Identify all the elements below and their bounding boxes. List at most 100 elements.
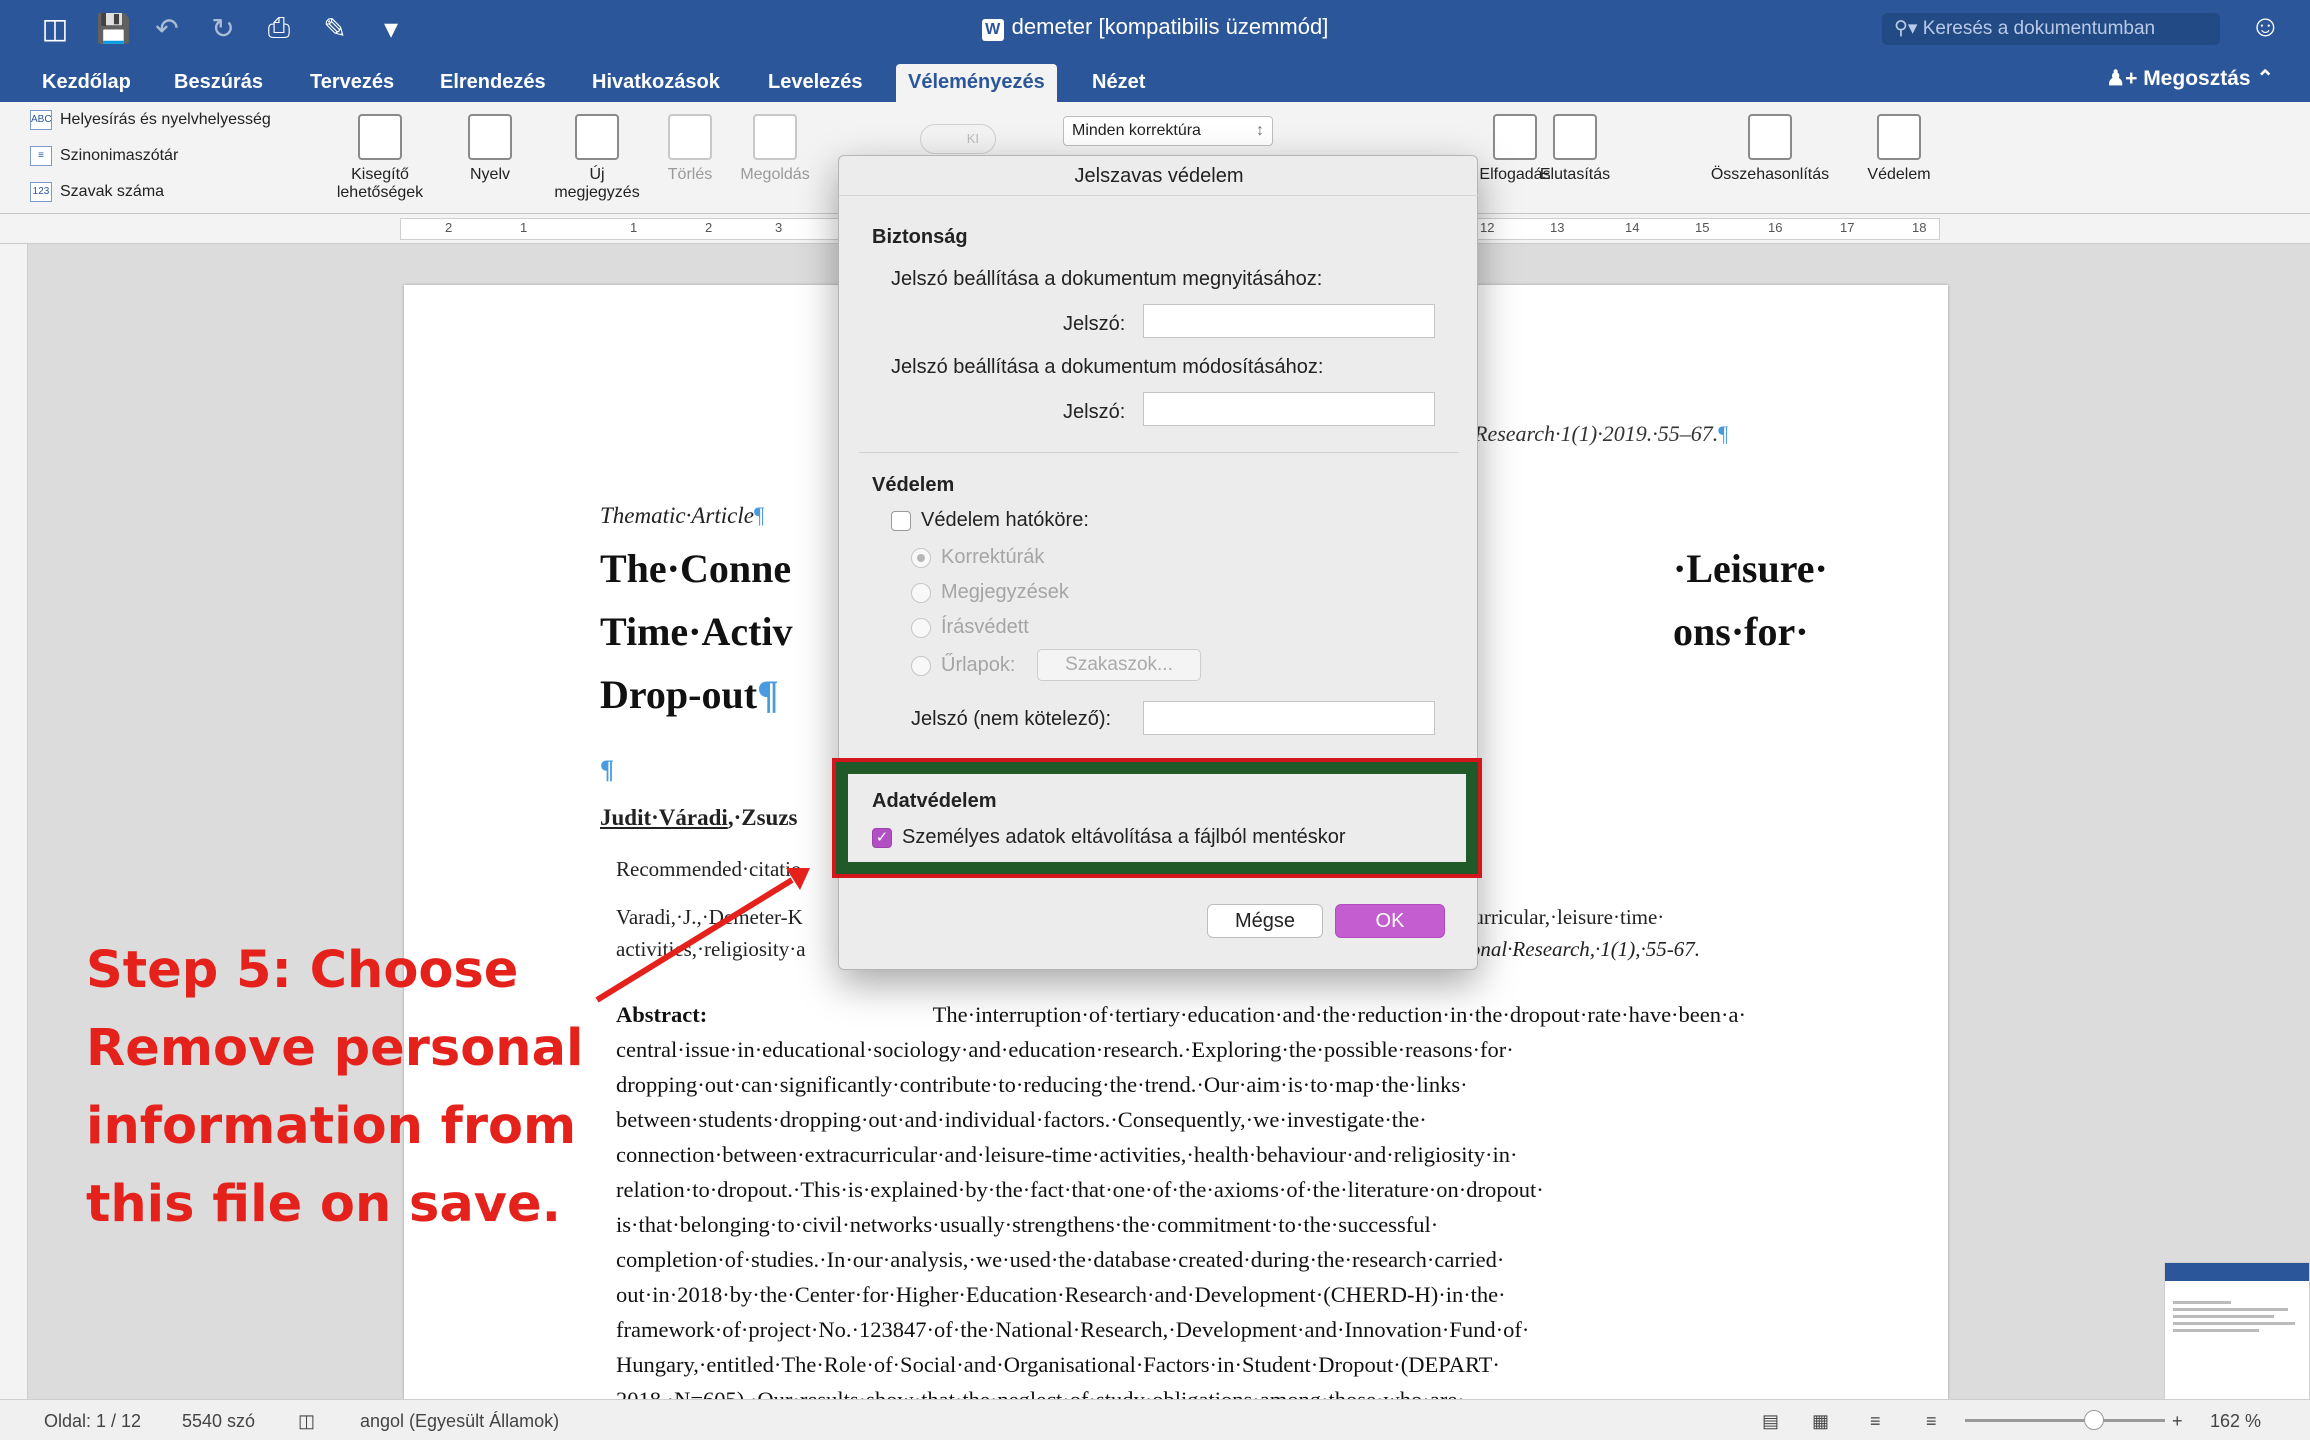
new-comment-icon [575,114,619,160]
pilcrow: ¶ [1718,421,1729,446]
tab-nezet[interactable]: Nézet [1080,64,1157,102]
abstract-paragraph: Abstract: The·interruption·of·tertiary·e… [616,997,1746,1399]
sections-button[interactable]: Szakaszok... [1037,649,1201,681]
modify-password-field[interactable] [1143,392,1435,426]
compare-icon [1748,114,1792,160]
open-password-field[interactable] [1143,304,1435,338]
tab-levelezes[interactable]: Levelezés [756,64,875,102]
word-count-indicator[interactable]: 5540 szó [182,1411,255,1432]
search-icon: ⚲▾ [1894,18,1923,39]
outline-view-icon[interactable]: ≡ [1870,1411,1881,1432]
section-divider [859,452,1459,453]
accessibility-label-2: lehetőségek [336,184,424,201]
thumbnail-line [2173,1301,2231,1304]
security-heading: Biztonság [872,226,968,248]
resolve-label: Megoldás [740,166,810,183]
language-icon [468,114,512,160]
protection-scope-label: Védelem hatóköre: [921,509,1089,531]
document-thumbnail[interactable] [2164,1262,2310,1412]
resolve-comment-button[interactable]: Megoldás [730,114,820,184]
comments-label: Megjegyzések [941,581,1069,603]
add-person-icon: ♟+ [2106,67,2144,90]
compare-button[interactable]: Összehasonlítás [1700,114,1840,184]
empty-paragraph-mark: ¶ [600,755,615,784]
zoom-level[interactable]: 162 % [2210,1411,2261,1432]
privacy-section: Adatvédelem ✓ Személyes adatok eltávolít… [848,774,1466,862]
language-indicator[interactable]: angol (Egyesült Államok) [360,1411,559,1432]
search-input[interactable]: ⚲▾ Keresés a dokumentumban [1882,13,2220,45]
new-comment-label-2: megjegyzés [554,184,640,201]
draft-view-icon[interactable]: ≡ [1926,1411,1937,1432]
tab-velemenyezes[interactable]: Véleményezés [896,64,1057,102]
thumbnail-line [2173,1308,2289,1311]
thumbnail-line [2173,1322,2296,1325]
optional-password-field[interactable] [1143,701,1435,735]
forms-radio[interactable] [911,656,931,676]
thesaurus-icon: ≡ [30,146,52,166]
proofing-icon[interactable]: ◫ [298,1411,315,1432]
protect-button[interactable]: Védelem [1856,114,1942,184]
delete-comment-button[interactable]: Törlés [650,114,730,184]
pilcrow: ¶ [753,503,765,528]
ruler-number: 3 [775,220,783,235]
tab-beszuras[interactable]: Beszúrás [162,64,275,102]
read-only-radio[interactable] [911,618,931,638]
vertical-ruler[interactable] [0,244,28,1399]
comments-radio[interactable] [911,583,931,603]
lock-icon [1877,114,1921,160]
recommended-citation-label: Recommended·citatio [616,857,802,881]
protection-scope-checkbox[interactable] [891,511,911,531]
step-annotation: Step 5: Choose Remove personal informati… [86,941,584,1234]
ruler-number: 18 [1912,220,1927,235]
ruler-number: 2 [705,220,713,235]
tab-tervezes[interactable]: Tervezés [298,64,406,102]
optional-password-label: Jelszó (nem kötelező): [911,708,1112,730]
markup-select[interactable]: Minden korrektúra [1063,116,1273,146]
language-button[interactable]: Nyelv [450,114,530,184]
title-line-1: The·Conne [600,546,792,591]
zoom-slider-track[interactable] [1965,1419,2165,1422]
zoom-slider-handle[interactable] [2084,1410,2104,1430]
citation-line-2: activities,·religiosity·a [616,937,806,961]
spelling-label: Helyesírás és nyelvhelyesség [60,111,271,128]
accessibility-button[interactable]: Kisegítő lehetőségek [330,114,430,202]
accessibility-label-1: Kisegítő [351,166,409,183]
spelling-button[interactable]: ABC Helyesírás és nyelvhelyesség [30,110,271,130]
title-bar: ◫ 💾 ↶ ↻ ⎙ ✎ ▾ Wdemeter [kompatibilis üze… [0,0,2310,58]
delete-label: Törlés [667,166,713,183]
share-button[interactable]: ♟+ Megosztás ⌃ [2106,66,2274,91]
protection-heading: Védelem [872,474,955,496]
collapse-ribbon-icon[interactable]: ⌃ [2256,67,2274,90]
dialog-title: Jelszavas védelem [839,156,1479,196]
tab-elrendezes[interactable]: Elrendezés [428,64,558,102]
thumbnail-line [2173,1329,2260,1332]
zoom-in-icon[interactable]: + [2172,1411,2183,1432]
forms-label: Űrlapok: [941,654,1016,676]
track-changes-toggle[interactable]: KI [920,124,996,154]
window-title-text: demeter [kompatibilis üzemmód] [1011,14,1329,39]
title-line-3: Drop-out [600,672,758,717]
password-label-open: Jelszó: [1063,313,1126,335]
cancel-button[interactable]: Mégse [1207,904,1323,938]
web-layout-icon[interactable]: ▦ [1812,1411,1829,1432]
new-comment-button[interactable]: Új megjegyzés [552,114,642,202]
tab-kezdolap[interactable]: Kezdőlap [30,64,143,102]
remove-personal-info-checkbox[interactable]: ✓ [872,828,892,848]
thesaurus-button[interactable]: ≡ Szinonimaszótár [30,146,178,166]
page-indicator[interactable]: Oldal: 1 / 12 [44,1411,141,1432]
pilcrow: ¶ [757,672,779,717]
tab-hivatkozasok[interactable]: Hivatkozások [580,64,732,102]
ok-button[interactable]: OK [1335,904,1445,938]
reject-button[interactable]: Elutasítás [1530,114,1620,184]
highlight-frame: Adatvédelem ✓ Személyes adatok eltávolít… [832,758,1482,878]
delete-comment-icon [668,114,712,160]
ruler-number: 1 [630,220,638,235]
thumbnail-line [2173,1315,2274,1318]
tracked-changes-radio[interactable] [911,548,931,568]
abstract-label: Abstract: [616,1002,708,1027]
title-line-1-right: ·Leisure· [1673,546,1828,591]
print-layout-icon[interactable]: ▤ [1762,1411,1779,1432]
feedback-smiley-icon[interactable]: ☺ [2250,10,2281,44]
search-placeholder: Keresés a dokumentumban [1922,18,2156,39]
word-count-button[interactable]: 123 Szavak száma [30,182,164,202]
